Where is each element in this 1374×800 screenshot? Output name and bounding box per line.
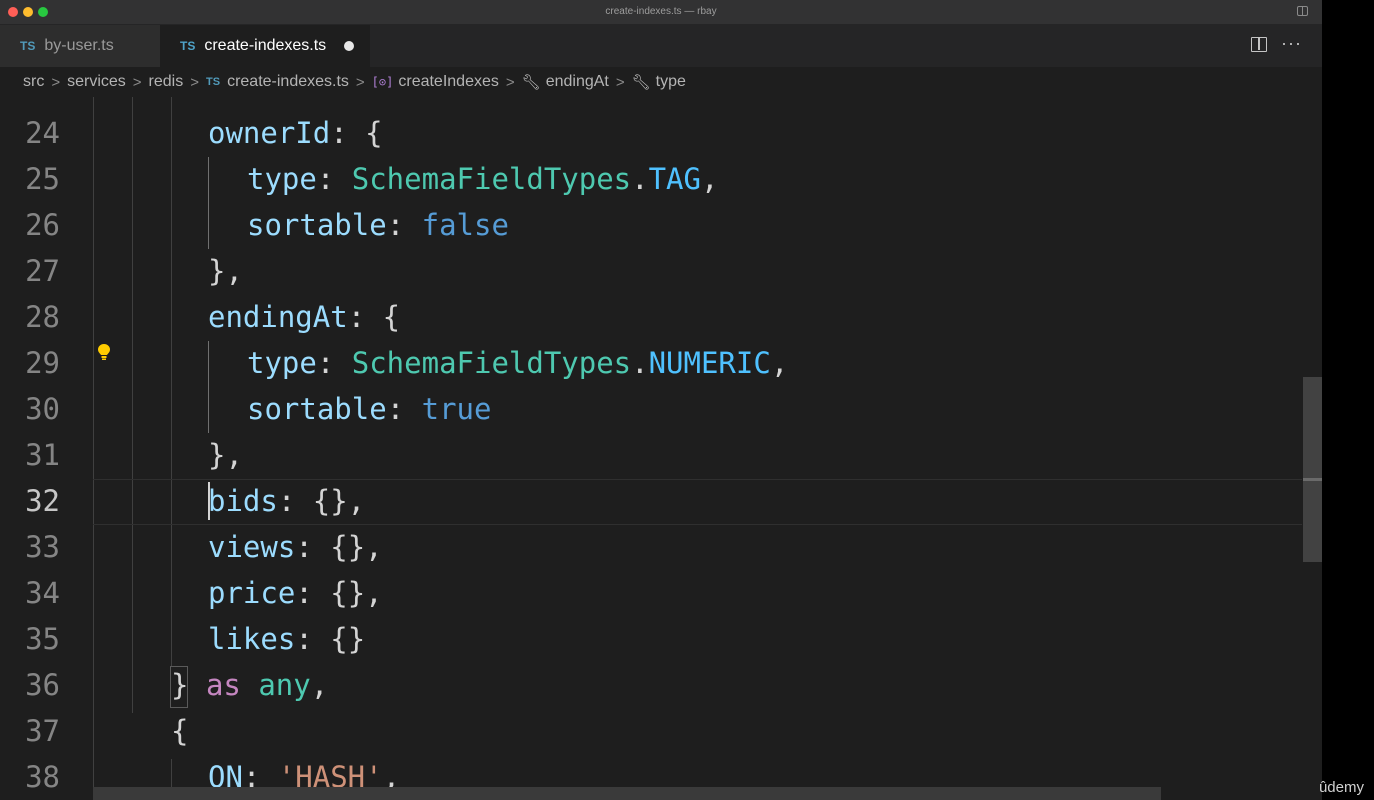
code-text: price: {}, (208, 576, 383, 610)
line-number: 35 (25, 622, 60, 656)
breadcrumb-endingat[interactable]: endingAt (546, 73, 609, 91)
line-number: 28 (25, 300, 60, 334)
code-text: type: SchemaFieldTypes.TAG, (247, 162, 719, 196)
code-line: 35 likes: {} (0, 616, 1302, 662)
line-number: 32 (25, 484, 60, 518)
code-text: } as any, (171, 668, 329, 702)
symbol-property-icon: 🔧︎ (631, 74, 651, 91)
tab-label: by-user.ts (44, 37, 114, 54)
code-text: likes: {} (208, 622, 366, 656)
tab-create-indexes[interactable]: TS create-indexes.ts (160, 25, 370, 67)
line-number: 36 (25, 668, 60, 702)
breadcrumb: src > services > redis > TS create-index… (0, 67, 1322, 97)
chevron-right-icon: > (615, 73, 625, 91)
line-number: 31 (25, 438, 60, 472)
code-editor[interactable]: 24 ownerId: { 25 type: SchemaFieldTypes.… (0, 97, 1322, 800)
symbol-property-icon: 🔧︎ (521, 74, 541, 91)
window-title: create-indexes.ts — rbay (605, 6, 717, 17)
line-number: 27 (25, 254, 60, 288)
code-line: 31 }, (0, 432, 1302, 478)
typescript-file-icon: TS (180, 39, 196, 53)
line-number: 30 (25, 392, 60, 426)
udemy-watermark: ûdemy (1318, 779, 1364, 796)
tab-label: create-indexes.ts (204, 37, 327, 54)
text-cursor (208, 482, 210, 520)
code-text: sortable: false (247, 208, 509, 242)
code-text: sortable: true (247, 392, 492, 426)
typescript-file-icon: TS (206, 76, 221, 88)
breadcrumb-services[interactable]: services (67, 73, 126, 91)
horizontal-scrollbar-thumb[interactable] (93, 787, 1161, 800)
code-text: }, (208, 254, 243, 288)
more-actions-icon[interactable]: ··· (1281, 33, 1302, 54)
line-number: 29 (25, 346, 60, 380)
code-text: bids: {}, (208, 484, 366, 518)
title-bar: create-indexes.ts — rbay (0, 0, 1322, 25)
code-text: endingAt: { (208, 300, 401, 334)
code-line: 30 sortable: true (0, 386, 1302, 432)
split-editor-icon[interactable] (1251, 37, 1267, 52)
breadcrumb-redis[interactable]: redis (149, 73, 184, 91)
code-text: { (171, 714, 189, 748)
editor-window: create-indexes.ts — rbay TS by-user.ts T… (0, 0, 1322, 800)
code-line: 25 type: SchemaFieldTypes.TAG, (0, 156, 1302, 202)
code-line: 28 endingAt: { (0, 294, 1302, 340)
code-line: 33 views: {}, (0, 524, 1302, 570)
layout-icon[interactable] (1297, 6, 1308, 16)
unsaved-changes-dot-icon[interactable] (344, 41, 354, 51)
vertical-scrollbar-thumb[interactable] (1303, 377, 1322, 562)
code-line: 24 ownerId: { (0, 110, 1302, 156)
code-text: views: {}, (208, 530, 383, 564)
chevron-right-icon: > (190, 73, 199, 91)
code-line-current: 32 bids: {}, (0, 478, 1302, 524)
breadcrumb-src[interactable]: src (23, 73, 44, 91)
symbol-variable-icon: [⊙] (371, 75, 394, 89)
chevron-right-icon: > (132, 73, 142, 91)
code-line: 26 sortable: false (0, 202, 1302, 248)
code-line: 36 } as any, (0, 662, 1302, 708)
line-number: 26 (25, 208, 60, 242)
breadcrumb-file[interactable]: create-indexes.ts (227, 73, 349, 91)
code-text: ownerId: { (208, 116, 383, 150)
tab-bar: TS by-user.ts TS create-indexes.ts ··· (0, 25, 1322, 67)
code-line: 27 }, (0, 248, 1302, 294)
code-line: 29 type: SchemaFieldTypes.NUMERIC, (0, 340, 1302, 386)
code-line: 34 price: {}, (0, 570, 1302, 616)
line-number: 24 (25, 116, 60, 150)
breadcrumb-type[interactable]: type (656, 73, 686, 91)
tab-by-user[interactable]: TS by-user.ts (0, 25, 160, 67)
typescript-file-icon: TS (20, 39, 36, 53)
chevron-right-icon: > (51, 73, 61, 91)
code-text: }, (208, 438, 243, 472)
breadcrumb-createindexes[interactable]: createIndexes (398, 73, 499, 91)
line-number: 33 (25, 530, 60, 564)
chevron-right-icon: > (505, 73, 515, 91)
line-number: 25 (25, 162, 60, 196)
scrollbar-cursor-marker (1303, 478, 1322, 481)
code-line: 37 { (0, 708, 1302, 754)
line-number: 37 (25, 714, 60, 748)
line-number: 34 (25, 576, 60, 610)
code-text: type: SchemaFieldTypes.NUMERIC, (247, 346, 789, 380)
line-number: 38 (25, 760, 60, 794)
chevron-right-icon: > (355, 73, 365, 91)
